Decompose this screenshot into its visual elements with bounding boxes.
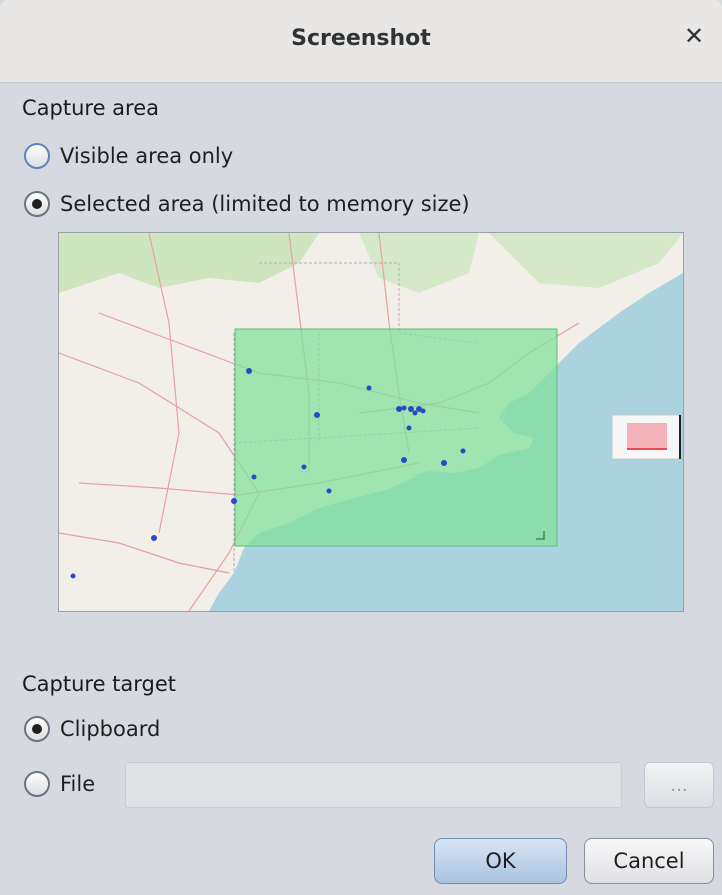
dialog-titlebar: Screenshot ✕ bbox=[0, 0, 722, 83]
radio-selected-area[interactable]: Selected area (limited to memory size) bbox=[24, 191, 470, 217]
radio-file-button[interactable] bbox=[24, 771, 50, 797]
radio-visible-area[interactable]: Visible area only bbox=[24, 143, 233, 169]
file-path-input[interactable] bbox=[125, 762, 622, 808]
radio-visible-area-button[interactable] bbox=[24, 143, 50, 169]
map-svg bbox=[59, 233, 683, 611]
radio-clipboard-label: Clipboard bbox=[60, 717, 161, 741]
dialog-title: Screenshot bbox=[291, 26, 431, 51]
radio-visible-area-label: Visible area only bbox=[60, 144, 234, 168]
capture-area-label: Capture area bbox=[22, 96, 160, 120]
radio-selected-area-label: Selected area (limited to memory size) bbox=[60, 192, 470, 216]
radio-file-label: File bbox=[60, 772, 96, 796]
browse-button[interactable]: ... bbox=[644, 762, 714, 808]
radio-file[interactable]: File bbox=[24, 771, 95, 797]
selection-rectangle[interactable] bbox=[234, 328, 558, 547]
radio-clipboard[interactable]: Clipboard bbox=[24, 716, 160, 742]
radio-clipboard-button[interactable] bbox=[24, 716, 50, 742]
close-icon[interactable]: ✕ bbox=[680, 22, 708, 50]
capture-target-label: Capture target bbox=[22, 672, 177, 696]
radio-selected-area-button[interactable] bbox=[24, 191, 50, 217]
map-thumbnail-selection bbox=[627, 423, 667, 449]
cancel-button[interactable]: Cancel bbox=[584, 838, 714, 884]
map-preview[interactable] bbox=[58, 232, 684, 612]
ok-button[interactable]: OK bbox=[434, 838, 567, 884]
